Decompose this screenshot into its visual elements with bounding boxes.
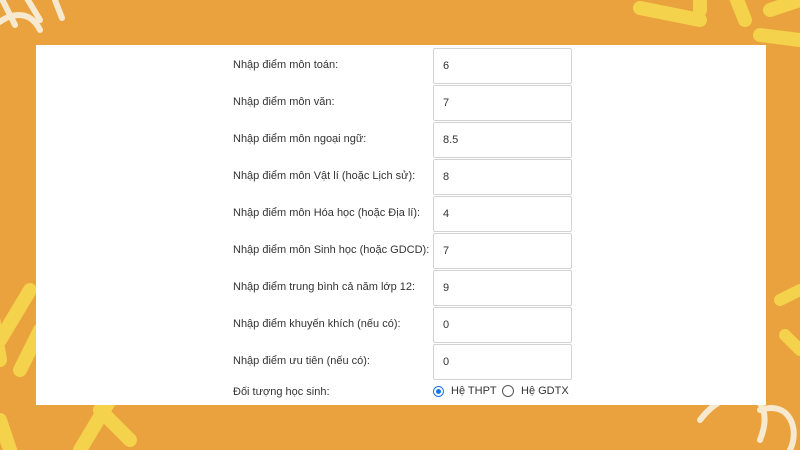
radio-option-thpt[interactable]: Hệ THPT [433,385,497,397]
radio-unchecked-icon[interactable] [502,385,514,397]
chemistry-score-input[interactable] [433,196,572,232]
priority-score-input[interactable] [433,344,572,380]
radio-option-gdtx[interactable]: Hệ GDTX [502,385,569,397]
math-label: Nhập điểm môn toán: [233,59,339,71]
field-row-priority: Nhập điểm ưu tiên (nếu có): [36,344,766,381]
bonus-score-input[interactable] [433,307,572,343]
field-row-physics: Nhập điểm môn Vật lí (hoặc Lịch sử): [36,159,766,196]
student-type-row: Đối tượng học sinh: Hệ THPT Hệ GDTX [36,383,766,403]
grade12-average-input[interactable] [433,270,572,306]
radio-thpt-label: Hệ THPT [451,385,497,397]
field-row-grade12-average: Nhập điểm trung bình cả năm lớp 12: [36,270,766,307]
radio-checked-icon[interactable] [433,385,444,397]
physics-score-input[interactable] [433,159,572,195]
field-row-math: Nhập điểm môn toán: [36,48,766,85]
math-score-input[interactable] [433,48,572,84]
literature-score-input[interactable] [433,85,572,121]
bonus-label: Nhập điểm khuyến khích (nếu có): [233,318,401,330]
grade12-average-label: Nhập điểm trung bình cả năm lớp 12: [233,281,416,293]
biology-score-input[interactable] [433,233,572,269]
radio-gdtx-label: Hệ GDTX [521,385,569,397]
foreign-language-score-input[interactable] [433,122,572,158]
literature-label: Nhập điểm môn văn: [233,96,335,108]
priority-label: Nhập điểm ưu tiên (nếu có): [233,355,370,367]
field-row-chemistry: Nhập điểm môn Hóa học (hoặc Địa lí): [36,196,766,233]
field-row-literature: Nhập điểm môn văn: [36,85,766,122]
field-row-bonus: Nhập điểm khuyến khích (nếu có): [36,307,766,344]
field-row-biology: Nhập điểm môn Sinh học (hoặc GDCD): [36,233,766,270]
chemistry-label: Nhập điểm môn Hóa học (hoặc Địa lí): [233,207,421,219]
student-type-label: Đối tượng học sinh: [233,386,330,398]
physics-label: Nhập điểm môn Vật lí (hoặc Lịch sử): [233,170,416,182]
field-row-foreign-language: Nhập điểm môn ngoại ngữ: [36,122,766,159]
biology-label: Nhập điểm môn Sinh học (hoặc GDCD): [233,244,430,256]
score-form: Nhập điểm môn toán: Nhập điểm môn văn: N… [36,45,766,405]
foreign-language-label: Nhập điểm môn ngoại ngữ: [233,133,367,145]
